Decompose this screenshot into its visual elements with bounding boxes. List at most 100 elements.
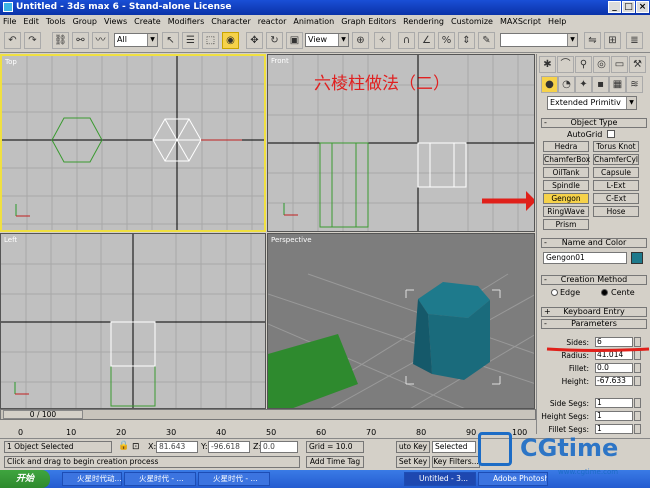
menu-help[interactable]: Help — [548, 17, 566, 26]
helpers-icon[interactable]: ▦ — [609, 76, 626, 93]
time-slider-thumb[interactable]: 0 / 100 — [3, 410, 83, 419]
spinner-snap-icon[interactable]: ⇕ — [458, 32, 475, 49]
mirror-icon[interactable]: ⇋ — [584, 32, 601, 49]
menu-animation[interactable]: Animation — [293, 17, 334, 26]
redo-icon[interactable]: ↷ — [24, 32, 41, 49]
taskbar-item[interactable]: 火星时代 - ... — [198, 472, 270, 486]
maximize-button[interactable]: □ — [622, 1, 635, 13]
chamferbox-button[interactable]: ChamferBox — [543, 154, 590, 165]
menu-edit[interactable]: Edit — [23, 17, 39, 26]
y-coordinate-field[interactable]: -96.618 — [208, 441, 250, 453]
key-mode-dropdown[interactable]: Selected — [432, 441, 476, 453]
named-selection-icon[interactable]: ✎ — [478, 32, 495, 49]
taskbar-item[interactable]: 火星时代动... — [62, 472, 122, 486]
menu-file[interactable]: File — [3, 17, 16, 26]
layer-manager-icon[interactable]: ≣ — [626, 32, 643, 49]
hierarchy-tab-icon[interactable]: ⚲ — [575, 56, 592, 73]
menu-create[interactable]: Create — [134, 17, 161, 26]
menu-reactor[interactable]: reactor — [258, 17, 287, 26]
select-manipulate-icon[interactable]: ✧ — [374, 32, 391, 49]
modify-tab-icon[interactable]: ⌒ — [557, 56, 574, 73]
fillet-input[interactable]: 0.0 — [595, 363, 633, 373]
start-button[interactable]: 开始 — [0, 470, 50, 488]
percent-snap-icon[interactable]: % — [438, 32, 455, 49]
bind-spacewarp-icon[interactable]: 〰 — [92, 32, 109, 49]
object-name-field[interactable]: Gengon01 — [543, 252, 627, 264]
window-crossing-icon[interactable]: ◉ — [222, 32, 239, 49]
menu-rendering[interactable]: Rendering — [403, 17, 444, 26]
green-prism-front[interactable] — [319, 142, 369, 228]
menu-graph-editors[interactable]: Graph Editors — [341, 17, 396, 26]
rollout-creation-method[interactable]: - Creation Method — [541, 275, 647, 285]
taskbar-item-active[interactable]: Untitled - 3... — [404, 472, 476, 486]
edge-radio[interactable] — [551, 289, 558, 296]
motion-tab-icon[interactable]: ◎ — [593, 56, 610, 73]
set-key-button[interactable]: Set Key — [396, 456, 430, 468]
hedra-button[interactable]: Hedra — [543, 141, 589, 152]
rect-selection-icon[interactable]: ⬚ — [202, 32, 219, 49]
select-object-icon[interactable]: ↖ — [162, 32, 179, 49]
viewport-front[interactable]: Front 六棱柱做法（二） — [267, 54, 535, 232]
viewport-label[interactable]: Top — [5, 58, 17, 66]
pivot-center-icon[interactable]: ⊕ — [352, 32, 369, 49]
lock-selection-icon[interactable]: 🔒 — [118, 441, 129, 451]
spindle-button[interactable]: Spindle — [543, 180, 589, 191]
snap-toggle-icon[interactable]: ∩ — [398, 32, 415, 49]
fillet-segs-input[interactable]: 1 — [595, 424, 633, 434]
viewport-label[interactable]: Front — [271, 57, 289, 65]
spacewarps-icon[interactable]: ≋ — [626, 76, 643, 93]
l-ext-button[interactable]: L-Ext — [593, 180, 639, 191]
autogrid-checkbox[interactable] — [607, 130, 615, 138]
utilities-tab-icon[interactable]: ⚒ — [629, 56, 646, 73]
chamfercyl-button[interactable]: ChamferCyl — [593, 154, 639, 165]
add-time-tag-button[interactable]: Add Time Tag — [306, 456, 364, 468]
height-input[interactable]: -67.633 — [595, 376, 633, 386]
selection-filter-dropdown[interactable]: All ▼ — [114, 33, 158, 47]
oiltank-button[interactable]: OilTank — [543, 167, 589, 178]
viewport-top[interactable]: Top — [0, 54, 266, 232]
side-segs-spin-arrows[interactable] — [634, 398, 641, 408]
c-ext-button[interactable]: C-Ext — [593, 193, 639, 204]
rollout-object-type[interactable]: - Object Type — [541, 118, 647, 128]
fillet-spin-arrows[interactable] — [634, 363, 641, 373]
z-coordinate-field[interactable]: 0.0 — [260, 441, 298, 453]
cameras-icon[interactable]: ▪ — [592, 76, 609, 93]
display-tab-icon[interactable]: ▭ — [611, 56, 628, 73]
select-link-icon[interactable]: ⛓ — [52, 32, 69, 49]
viewport-perspective[interactable]: Perspective — [267, 233, 535, 409]
viewport-label[interactable]: Left — [4, 236, 17, 244]
prism-button[interactable]: Prism — [543, 219, 589, 230]
move-icon[interactable]: ✥ — [246, 32, 263, 49]
ringwave-button[interactable]: RingWave — [543, 206, 589, 217]
gengon-button[interactable]: Gengon — [543, 193, 589, 204]
white-prism-front[interactable] — [417, 142, 467, 188]
create-tab-icon[interactable]: ✱ — [539, 56, 556, 73]
shapes-icon[interactable]: ◔ — [558, 76, 575, 93]
viewport-left[interactable]: Left — [0, 233, 266, 409]
select-by-name-icon[interactable]: ☰ — [182, 32, 199, 49]
minimize-button[interactable]: _ — [608, 1, 621, 13]
category-dropdown[interactable]: Extended Primitiv ▼ — [547, 96, 637, 110]
align-icon[interactable]: ⊞ — [604, 32, 621, 49]
menu-customize[interactable]: Customize — [451, 17, 493, 26]
menu-maxscript[interactable]: MAXScript — [500, 17, 541, 26]
menu-tools[interactable]: Tools — [46, 17, 66, 26]
close-button[interactable]: × — [636, 1, 649, 13]
undo-icon[interactable]: ↶ — [4, 32, 21, 49]
rollout-name-color[interactable]: - Name and Color — [541, 238, 647, 248]
track-bar[interactable]: 0 10 20 30 40 50 60 70 80 90 100 — [0, 420, 536, 438]
fillet-segs-spin-arrows[interactable] — [634, 424, 641, 434]
height-segs-spin-arrows[interactable] — [634, 411, 641, 421]
menu-modifiers[interactable]: Modifiers — [168, 17, 205, 26]
auto-key-button[interactable]: uto Key — [396, 441, 430, 453]
key-filters-button[interactable]: Key Filters... — [432, 456, 480, 468]
angle-snap-icon[interactable]: ∠ — [418, 32, 435, 49]
named-selection-sets-dropdown[interactable]: ▼ — [500, 33, 578, 47]
x-coordinate-field[interactable]: 81.643 — [156, 441, 198, 453]
hose-button[interactable]: Hose — [593, 206, 639, 217]
unlink-icon[interactable]: ⚯ — [72, 32, 89, 49]
lights-icon[interactable]: ✦ — [575, 76, 592, 93]
taskbar-item[interactable]: Adobe Photosho... — [478, 472, 548, 486]
center-radio[interactable] — [601, 289, 608, 296]
rotate-icon[interactable]: ↻ — [266, 32, 283, 49]
